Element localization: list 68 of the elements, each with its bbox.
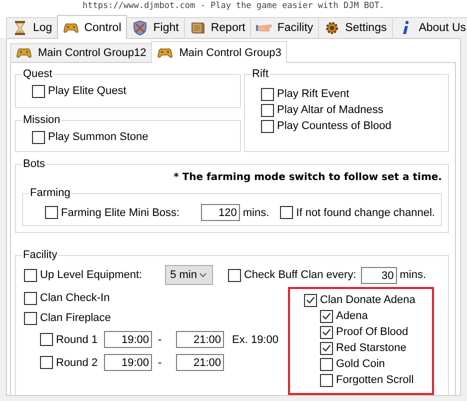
- tab[interactable]: Settings: [318, 17, 393, 38]
- checkbox[interactable]: [40, 356, 53, 369]
- tab[interactable]: Fight: [126, 17, 185, 38]
- input-field[interactable]: 21:00: [176, 331, 224, 348]
- checkbox[interactable]: [304, 294, 317, 306]
- checkbox[interactable]: [24, 312, 37, 324]
- hourglass-icon: [12, 20, 28, 36]
- dropdown[interactable]: 5 min: [165, 265, 213, 285]
- tab[interactable]: Main Control Group3: [151, 41, 288, 63]
- checkbox[interactable]: [45, 206, 58, 219]
- checkbox-label[interactable]: Clan Fireplace: [40, 312, 111, 324]
- input-field[interactable]: 120: [201, 204, 240, 221]
- unit-label: mins.: [400, 269, 426, 281]
- checkbox-label[interactable]: Play Rift Event: [277, 88, 350, 100]
- checkbox[interactable]: [24, 268, 37, 282]
- checkbox-label[interactable]: Proof Of Blood: [336, 326, 408, 338]
- input-field[interactable]: 19:00: [104, 331, 152, 348]
- tab[interactable]: Control: [57, 15, 128, 39]
- checkbox-label[interactable]: Up Level Equipment:: [40, 269, 142, 281]
- banner-text: https://www.djmbot.com - Play the game easier with DJM BOT.: [0, 0, 467, 14]
- checkbox[interactable]: [320, 310, 333, 322]
- tab[interactable]: Facility: [250, 17, 320, 38]
- checkbox[interactable]: [32, 84, 45, 98]
- checkbox[interactable]: [261, 120, 274, 132]
- checkbox[interactable]: [320, 342, 333, 354]
- checkbox[interactable]: [280, 206, 294, 219]
- checkbox-label[interactable]: Adena: [336, 310, 368, 322]
- checkbox-label[interactable]: Forgotten Scroll: [336, 374, 414, 386]
- tab[interactable]: About Us: [392, 17, 467, 38]
- group-title: Facility: [22, 248, 58, 262]
- tab[interactable]: Report: [184, 17, 252, 38]
- checkbox-label[interactable]: Gold Coin: [336, 358, 385, 370]
- checkbox-label[interactable]: Clan Check-In: [40, 292, 110, 304]
- group-title: Farming: [29, 186, 72, 200]
- tab[interactable]: Main Control Group12: [10, 43, 152, 62]
- checkbox-label[interactable]: Play Countess of Blood: [277, 120, 392, 132]
- input-field[interactable]: 19:00: [104, 354, 152, 371]
- dash-text: -: [158, 356, 163, 368]
- unit-label: mins.: [242, 206, 270, 218]
- checkbox[interactable]: [261, 104, 274, 116]
- scroll-icon: [190, 20, 206, 36]
- group-title: Quest: [22, 67, 54, 81]
- checkbox-label[interactable]: Clan Donate Adena: [320, 294, 416, 306]
- checkbox-label[interactable]: Play Elite Quest: [48, 85, 126, 97]
- checkbox-label[interactable]: Play Summon Stone: [48, 131, 148, 143]
- checkbox-label[interactable]: Round 2: [56, 356, 98, 368]
- dash-text: -: [158, 334, 163, 346]
- checkbox[interactable]: [320, 374, 333, 386]
- checkbox[interactable]: [228, 268, 241, 282]
- input-field[interactable]: 21:00: [176, 354, 224, 371]
- checkbox-label[interactable]: Round 1: [56, 334, 98, 346]
- checkbox-label[interactable]: Red Starstone: [336, 342, 406, 354]
- shield-icon: [132, 20, 148, 36]
- gear-icon: [324, 20, 340, 36]
- checkbox[interactable]: [320, 326, 333, 338]
- checkbox-label[interactable]: Check Buff Clan every:: [244, 269, 356, 281]
- input-field[interactable]: 30: [361, 266, 397, 284]
- note-text: * The farming mode switch to follow set a time.: [172, 171, 442, 185]
- tab[interactable]: Log: [6, 17, 58, 38]
- checkbox-label[interactable]: Farming Elite Mini Boss:: [61, 206, 180, 218]
- example-text: Ex. 19:00: [232, 334, 278, 346]
- checkbox[interactable]: [32, 130, 45, 144]
- checkbox-label[interactable]: If not found change channel.: [296, 206, 435, 218]
- checkbox-label[interactable]: Play Altar of Madness: [277, 104, 384, 116]
- checkbox[interactable]: [320, 358, 333, 370]
- checkbox[interactable]: [261, 88, 274, 100]
- checkbox[interactable]: [40, 333, 53, 346]
- checkbox[interactable]: [24, 292, 37, 304]
